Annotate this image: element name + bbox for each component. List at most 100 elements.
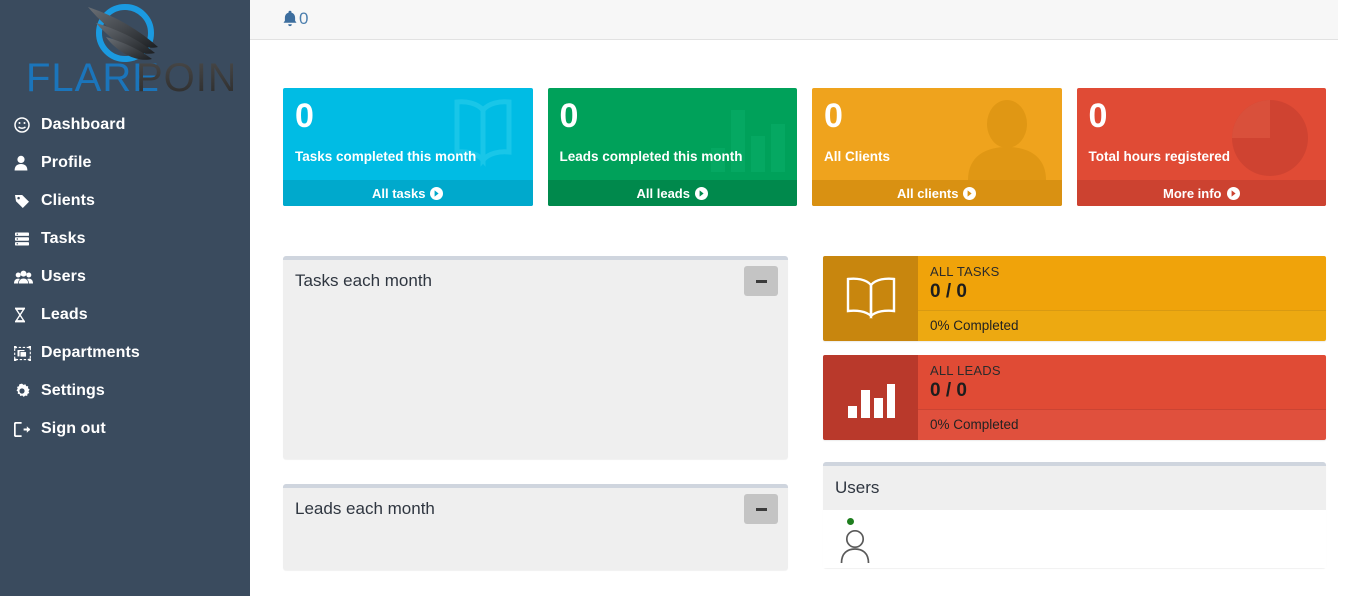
panel-leads-each-month: Leads each month <box>283 484 788 570</box>
sidebar-item-sign-out[interactable]: Sign out <box>0 410 250 448</box>
panel-header: Users <box>823 466 1326 510</box>
arrow-circle-right-icon <box>694 186 708 200</box>
stat-card-value: 0 <box>295 97 314 135</box>
arrow-circle-right-icon <box>963 186 977 200</box>
user-online-status-dot <box>847 518 854 525</box>
flarepoint-globe-swoosh-logo: FLARE POINT <box>26 4 233 99</box>
stat-card-label: Tasks completed this month <box>295 149 477 164</box>
sidebar-item-label: Departments <box>41 344 140 361</box>
stat-card-footer-label: All clients <box>897 185 959 201</box>
panel-title: Users <box>835 478 880 497</box>
progress-widget-value: 0 / 0 <box>930 281 967 302</box>
collapse-leads-chart-button[interactable] <box>744 494 778 524</box>
main-content: 0 0 Tasks completed this month All tasks <box>250 0 1348 596</box>
summary-column: ALL TASKS 0 / 0 0% Completed ALL LEADS 0… <box>823 256 1326 595</box>
stat-card-footer-link[interactable]: More info <box>1076 180 1326 206</box>
sidebar-item-departments[interactable]: Departments <box>0 334 250 372</box>
stat-card-value: 0 <box>1088 97 1108 135</box>
stat-card-label: Leads completed this month <box>559 149 743 164</box>
stat-card-all-clients[interactable]: 0 All Clients All clients <box>812 88 1062 206</box>
sidebar-item-clients[interactable]: Clients <box>0 182 250 220</box>
panel-header: Leads each month <box>283 488 788 530</box>
brand-logo[interactable]: FLARE POINT <box>0 0 250 100</box>
hourglass-icon <box>14 307 36 323</box>
stat-card-leads-completed[interactable]: 0 Leads completed this month All leads <box>547 88 798 206</box>
stat-card-row: 0 Tasks completed this month All tasks 0 <box>283 88 1326 206</box>
stat-card-body: 0 All Clients <box>812 88 1062 180</box>
stat-card-footer-link[interactable]: All tasks <box>283 180 533 206</box>
bar-chart-icon <box>823 355 918 440</box>
users-list <box>823 510 1326 568</box>
minus-icon <box>755 279 767 283</box>
stat-card-body: 0 Tasks completed this month <box>283 88 533 180</box>
panel-title: Tasks each month <box>295 271 433 290</box>
stat-card-footer-link[interactable]: All clients <box>812 180 1062 206</box>
progress-widget-label: ALL TASKS <box>930 264 1000 279</box>
progress-widget-all-tasks[interactable]: ALL TASKS 0 / 0 0% Completed <box>823 256 1326 341</box>
stat-card-value: 0 <box>559 97 579 135</box>
progress-widget-top: ALL LEADS 0 / 0 <box>918 355 1326 409</box>
gear-icon <box>14 383 36 399</box>
stat-card-footer-link[interactable]: All leads <box>547 180 797 206</box>
stat-card-label: All Clients <box>824 149 891 164</box>
sidebar-item-label: Dashboard <box>41 116 126 133</box>
progress-widget-completed: 0% Completed <box>918 409 1326 440</box>
user-outline-icon <box>837 529 873 563</box>
sidebar: FLARE POINT Dashboard Profile <box>0 0 250 596</box>
sidebar-nav: Dashboard Profile Clients Tasks Users Le… <box>0 100 250 448</box>
minus-icon <box>755 507 767 511</box>
panel-header: Tasks each month <box>283 260 788 302</box>
bell-icon <box>282 10 299 27</box>
stat-card-footer-label: More info <box>1163 185 1222 201</box>
lower-section: Tasks each month Leads each month ALL TA… <box>283 256 1326 595</box>
stat-card-value: 0 <box>824 97 843 135</box>
sidebar-item-settings[interactable]: Settings <box>0 372 250 410</box>
user-icon <box>14 155 36 171</box>
panel-users: Users <box>823 462 1326 568</box>
stat-card-tasks-completed[interactable]: 0 Tasks completed this month All tasks <box>283 88 533 206</box>
stat-card-label: Total hours registered <box>1088 149 1231 164</box>
server-list-icon <box>14 232 36 246</box>
charts-column: Tasks each month Leads each month <box>283 256 788 595</box>
sidebar-item-tasks[interactable]: Tasks <box>0 220 250 258</box>
stat-card-total-hours[interactable]: 0 Total hours registered More info <box>1076 88 1327 206</box>
top-bar: 0 <box>250 0 1338 40</box>
object-group-icon <box>14 345 36 361</box>
stat-card-footer-label: All leads <box>636 185 690 201</box>
sidebar-item-profile[interactable]: Profile <box>0 144 250 182</box>
progress-widget-label: ALL LEADS <box>930 363 1001 378</box>
stat-card-body: 0 Total hours registered <box>1077 88 1327 180</box>
sidebar-item-label: Users <box>41 268 86 285</box>
sidebar-item-users[interactable]: Users <box>0 258 250 296</box>
sidebar-item-label: Sign out <box>41 420 106 437</box>
sidebar-item-label: Tasks <box>41 230 86 247</box>
collapse-tasks-chart-button[interactable] <box>744 266 778 296</box>
sign-out-icon <box>14 421 36 437</box>
book-icon <box>823 256 918 341</box>
arrow-circle-right-icon <box>430 186 444 200</box>
progress-widget-main: ALL LEADS 0 / 0 0% Completed <box>918 355 1326 440</box>
users-group-icon <box>14 270 36 284</box>
stat-card-body: 0 Leads completed this month <box>548 88 798 180</box>
panel-title: Leads each month <box>295 499 435 518</box>
sidebar-item-label: Clients <box>41 192 96 209</box>
dashboard-content: 0 Tasks completed this month All tasks 0 <box>250 88 1348 595</box>
dashboard-icon <box>14 117 36 133</box>
leads-chart-area <box>283 530 788 570</box>
progress-widget-all-leads[interactable]: ALL LEADS 0 / 0 0% Completed <box>823 355 1326 440</box>
sidebar-item-dashboard[interactable]: Dashboard <box>0 106 250 144</box>
sidebar-item-leads[interactable]: Leads <box>0 296 250 334</box>
notifications-button[interactable]: 0 <box>282 9 308 29</box>
svg-text:POINT: POINT <box>136 56 233 99</box>
app-root: FLARE POINT Dashboard Profile <box>0 0 1348 596</box>
progress-widget-top: ALL TASKS 0 / 0 <box>918 256 1326 310</box>
user-avatar-item[interactable] <box>837 518 873 563</box>
progress-widget-completed: 0% Completed <box>918 310 1326 341</box>
arrow-circle-right-icon <box>1226 186 1240 200</box>
progress-widget-main: ALL TASKS 0 / 0 0% Completed <box>918 256 1326 341</box>
sidebar-item-label: Leads <box>41 306 88 323</box>
sidebar-item-label: Settings <box>41 382 105 399</box>
progress-widget-value: 0 / 0 <box>930 380 967 401</box>
tasks-chart-area <box>283 302 788 459</box>
panel-tasks-each-month: Tasks each month <box>283 256 788 459</box>
